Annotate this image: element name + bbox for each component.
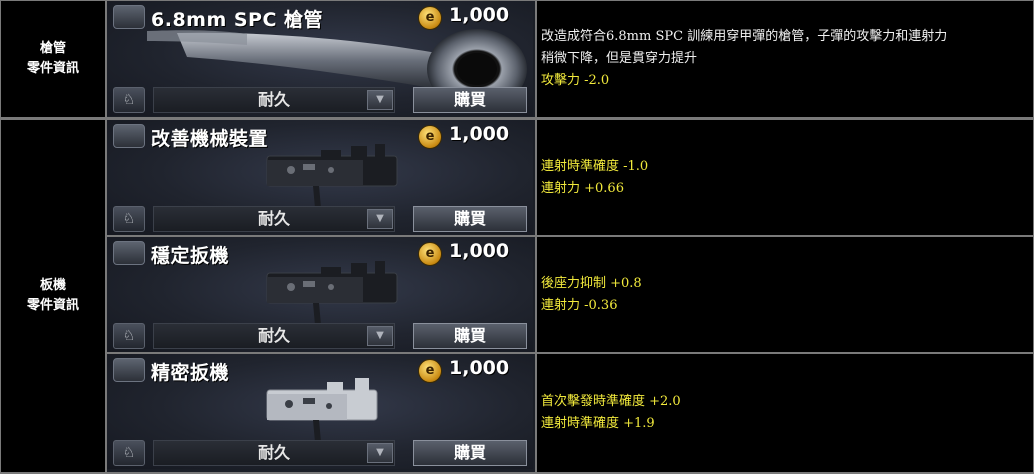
item-name: 改善機械裝置 — [151, 128, 269, 150]
duck-icon[interactable]: ♘ — [113, 206, 145, 232]
item-description: 後座力抑制 +0.8 連射力 -0.36 — [537, 237, 1033, 352]
chevron-down-icon[interactable]: ▼ — [367, 209, 393, 229]
trigger-label-subtitle: 零件資訊 — [26, 298, 79, 313]
chevron-down-icon[interactable]: ▼ — [367, 90, 393, 110]
item-price: 1,000 — [449, 240, 510, 262]
buy-button[interactable]: 購買 — [413, 440, 527, 466]
parts-info-table: 槍管 零件資訊 6.8mm SPC 槍管 e 1,000 ♘ 耐久 ▼ 購買 改… — [0, 0, 1034, 474]
barrel-label-title: 槍管 — [39, 41, 66, 56]
trigger-parts-label: 板機 零件資訊 — [1, 120, 105, 472]
trigger-label-title: 板機 — [39, 278, 66, 293]
buy-button[interactable]: 購買 — [413, 87, 527, 113]
coin-icon: e — [418, 359, 442, 383]
buy-button[interactable]: 購買 — [413, 323, 527, 349]
item-price: 1,000 — [449, 123, 510, 145]
item-card-cell: 穩定扳機 e 1,000 ♘ 耐久 ▼ 購買 — [107, 237, 535, 352]
item-price: 1,000 — [449, 4, 510, 26]
description-text: 稍微下降，但是貫穿力提升 — [541, 51, 698, 66]
barrel-label-subtitle: 零件資訊 — [26, 61, 79, 76]
item-card-cell: 改善機械裝置 e 1,000 ♘ 耐久 ▼ 購買 — [107, 120, 535, 235]
stat-modifier: 攻擊力 -2.0 — [541, 73, 610, 88]
stat-modifier: 連射時準確度 -1.0 — [541, 158, 649, 174]
trigger-icon — [113, 358, 145, 382]
item-description: 連射時準確度 -1.0 連射力 +0.66 — [537, 120, 1033, 235]
durability-select[interactable]: 耐久 — [153, 440, 395, 466]
stat-modifier: 後座力抑制 +0.8 — [541, 275, 642, 291]
stat-modifier: 首次擊發時準確度 +2.0 — [541, 394, 681, 409]
coin-icon: e — [418, 242, 442, 266]
trigger-icon — [113, 124, 145, 148]
chevron-down-icon[interactable]: ▼ — [367, 443, 393, 463]
duck-icon[interactable]: ♘ — [113, 323, 145, 349]
item-card-barrel: 6.8mm SPC 槍管 e 1,000 ♘ 耐久 ▼ 購買 — [107, 1, 533, 116]
item-description: 首次擊發時準確度 +2.0 連射時準確度 +1.9 — [537, 354, 1033, 472]
item-description: 改造成符合6.8mm SPC 訓練用穿甲彈的槍管，子彈的攻擊力和連射力 稍微下降… — [537, 1, 1033, 117]
item-card-precision-trigger: 精密扳機 e 1,000 ♘ 耐久 ▼ 購買 — [107, 354, 533, 469]
stat-modifier: 連射力 -0.36 — [541, 297, 618, 313]
item-card-cell: 6.8mm SPC 槍管 e 1,000 ♘ 耐久 ▼ 購買 — [107, 1, 535, 117]
duck-icon[interactable]: ♘ — [113, 440, 145, 466]
barrel-icon — [113, 5, 145, 29]
chevron-down-icon[interactable]: ▼ — [367, 326, 393, 346]
coin-icon: e — [418, 125, 442, 149]
item-card-improved-mechanism: 改善機械裝置 e 1,000 ♘ 耐久 ▼ 購買 — [107, 120, 533, 235]
trigger-icon — [113, 241, 145, 265]
durability-select[interactable]: 耐久 — [153, 87, 395, 113]
stat-modifier: 連射時準確度 +1.9 — [541, 416, 655, 431]
item-name: 6.8mm SPC 槍管 — [151, 9, 324, 31]
stat-modifier: 連射力 +0.66 — [541, 180, 624, 196]
item-card-cell: 精密扳機 e 1,000 ♘ 耐久 ▼ 購買 — [107, 354, 535, 472]
durability-select[interactable]: 耐久 — [153, 206, 395, 232]
item-price: 1,000 — [449, 357, 510, 379]
item-name: 穩定扳機 — [151, 245, 230, 267]
coin-icon: e — [418, 6, 442, 30]
item-name: 精密扳機 — [151, 362, 230, 384]
buy-button[interactable]: 購買 — [413, 206, 527, 232]
barrel-parts-label: 槍管 零件資訊 — [1, 1, 105, 117]
item-card-stable-trigger: 穩定扳機 e 1,000 ♘ 耐久 ▼ 購買 — [107, 237, 533, 352]
durability-select[interactable]: 耐久 — [153, 323, 395, 349]
duck-icon[interactable]: ♘ — [113, 87, 145, 113]
description-text: 改造成符合6.8mm SPC 訓練用穿甲彈的槍管，子彈的攻擊力和連射力 — [541, 29, 948, 44]
